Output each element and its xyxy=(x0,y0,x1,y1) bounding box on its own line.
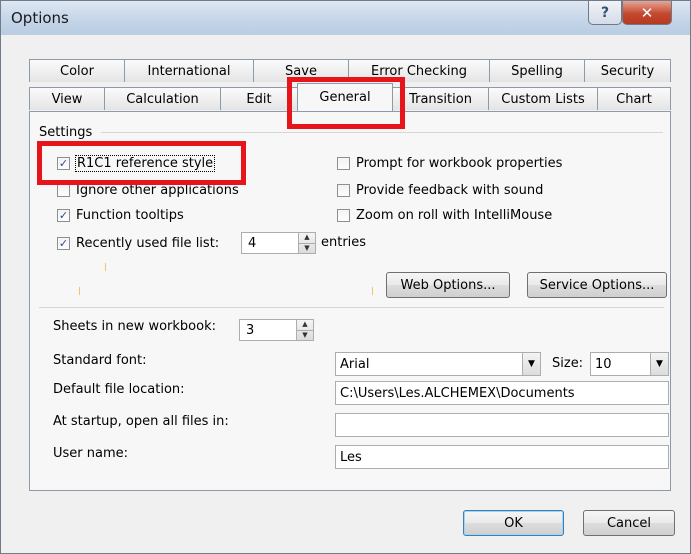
help-button[interactable]: ? xyxy=(588,1,622,25)
tab-label: Calculation xyxy=(126,91,199,107)
tab-calculation[interactable]: Calculation xyxy=(104,87,221,110)
spin-buttons[interactable]: ▲ ▼ xyxy=(299,232,316,254)
tab-general[interactable]: General xyxy=(297,83,393,111)
section-divider xyxy=(39,307,664,308)
tab-label: Spelling xyxy=(511,63,563,79)
standard-font-value: Arial xyxy=(340,357,370,372)
tab-save[interactable]: Save xyxy=(253,59,349,82)
sheets-count-input[interactable]: 3 xyxy=(239,319,297,341)
recent-files-label: Recently used file list: xyxy=(76,235,220,251)
decorative-mark xyxy=(79,287,80,295)
service-options-label: Service Options... xyxy=(539,277,655,293)
tab-chart[interactable]: Chart xyxy=(597,87,671,110)
prompt-props-label: Prompt for workbook properties xyxy=(356,155,563,171)
checkbox-checked-icon: ✓ xyxy=(57,208,70,222)
recently-used-file-list-checkbox[interactable]: ✓ Recently used file list: xyxy=(57,234,219,252)
standard-font-select[interactable]: Arial ▼ xyxy=(335,352,541,376)
sheets-count-spinner[interactable]: 3 ▲ ▼ xyxy=(239,319,314,341)
tab-international[interactable]: International xyxy=(124,59,254,82)
tab-spelling[interactable]: Spelling xyxy=(489,59,585,82)
cancel-button[interactable]: Cancel xyxy=(583,510,675,536)
ok-label: OK xyxy=(504,515,523,531)
tab-color[interactable]: Color xyxy=(29,59,125,82)
spin-up-icon[interactable]: ▲ xyxy=(297,320,313,330)
options-dialog: Options ? ✕ Color International Save Err… xyxy=(0,0,691,554)
checkbox-unchecked-icon xyxy=(337,208,350,222)
window-title: Options xyxy=(11,9,69,27)
startup-folder-label: At startup, open all files in: xyxy=(53,414,229,429)
tab-label: Save xyxy=(285,63,317,79)
font-size-select[interactable]: 10 ▼ xyxy=(590,352,669,376)
close-icon: ✕ xyxy=(640,3,654,22)
tab-label: Edit xyxy=(246,91,272,107)
tab-label: Custom Lists xyxy=(501,91,585,107)
tab-label: Error Checking xyxy=(371,63,467,79)
r1c1-reference-style-checkbox[interactable]: ✓ R1C1 reference style xyxy=(57,154,216,172)
decorative-mark xyxy=(372,287,373,295)
default-file-location-input[interactable]: C:\Users\Les.ALCHEMEX\Documents xyxy=(335,381,669,405)
title-bar[interactable]: Options ? ✕ xyxy=(1,1,690,35)
tab-label: Chart xyxy=(616,91,652,107)
function-tooltips-checkbox[interactable]: ✓ Function tooltips xyxy=(57,206,184,224)
user-name-input[interactable]: Les xyxy=(335,445,669,469)
chevron-down-icon[interactable]: ▼ xyxy=(522,353,540,375)
tab-label: International xyxy=(147,63,231,79)
entries-label: entries xyxy=(321,235,367,250)
settings-group-divider xyxy=(101,132,663,133)
tab-label: View xyxy=(51,91,83,107)
checkbox-checked-icon: ✓ xyxy=(57,156,70,170)
default-file-location-label: Default file location: xyxy=(53,382,185,397)
tab-transition[interactable]: Transition xyxy=(392,87,489,110)
feedback-sound-label: Provide feedback with sound xyxy=(356,182,544,198)
tab-label: Color xyxy=(60,63,94,79)
spin-down-icon[interactable]: ▼ xyxy=(299,242,315,254)
settings-group-label: Settings xyxy=(39,125,93,140)
web-options-button[interactable]: Web Options... xyxy=(386,272,510,298)
sheets-label: Sheets in new workbook: xyxy=(53,319,217,334)
zoom-on-roll-checkbox[interactable]: Zoom on roll with IntelliMouse xyxy=(337,206,552,224)
tab-security[interactable]: Security xyxy=(584,59,671,82)
cancel-label: Cancel xyxy=(606,515,652,531)
tab-label: General xyxy=(319,90,371,105)
checkbox-unchecked-icon xyxy=(57,183,70,197)
checkbox-checked-icon: ✓ xyxy=(57,236,70,250)
spin-buttons[interactable]: ▲ ▼ xyxy=(297,319,314,341)
recent-files-count-spinner[interactable]: 4 ▲ ▼ xyxy=(241,232,316,254)
provide-feedback-sound-checkbox[interactable]: Provide feedback with sound xyxy=(337,181,543,199)
decorative-mark xyxy=(105,263,106,271)
font-size-label: Size: xyxy=(552,356,584,371)
prompt-workbook-properties-checkbox[interactable]: Prompt for workbook properties xyxy=(337,154,562,172)
service-options-button[interactable]: Service Options... xyxy=(527,272,667,298)
close-button[interactable]: ✕ xyxy=(622,1,672,25)
tab-label: Security xyxy=(600,63,655,79)
tab-custom-lists[interactable]: Custom Lists xyxy=(488,87,598,110)
chevron-down-icon[interactable]: ▼ xyxy=(650,353,668,375)
tab-label: Transition xyxy=(409,91,472,107)
tab-error-checking[interactable]: Error Checking xyxy=(348,59,490,82)
startup-folder-input[interactable] xyxy=(335,413,669,437)
spin-up-icon[interactable]: ▲ xyxy=(299,233,315,243)
checkbox-unchecked-icon xyxy=(337,156,350,170)
spin-down-icon[interactable]: ▼ xyxy=(297,329,313,341)
checkbox-unchecked-icon xyxy=(337,183,350,197)
font-size-value: 10 xyxy=(595,357,612,372)
user-name-label: User name: xyxy=(53,446,129,461)
ignore-apps-label: Ignore other applications xyxy=(76,182,239,198)
r1c1-label: R1C1 reference style xyxy=(74,154,216,172)
tab-edit[interactable]: Edit xyxy=(220,87,298,110)
recent-files-count-input[interactable]: 4 xyxy=(241,232,299,254)
ignore-other-applications-checkbox[interactable]: Ignore other applications xyxy=(57,181,239,199)
zoom-roll-label: Zoom on roll with IntelliMouse xyxy=(356,207,553,223)
tab-view[interactable]: View xyxy=(29,87,105,110)
standard-font-label: Standard font: xyxy=(53,353,147,368)
web-options-label: Web Options... xyxy=(400,277,496,293)
help-icon: ? xyxy=(600,4,610,21)
function-tooltips-label: Function tooltips xyxy=(76,207,184,223)
ok-button[interactable]: OK xyxy=(463,510,564,536)
